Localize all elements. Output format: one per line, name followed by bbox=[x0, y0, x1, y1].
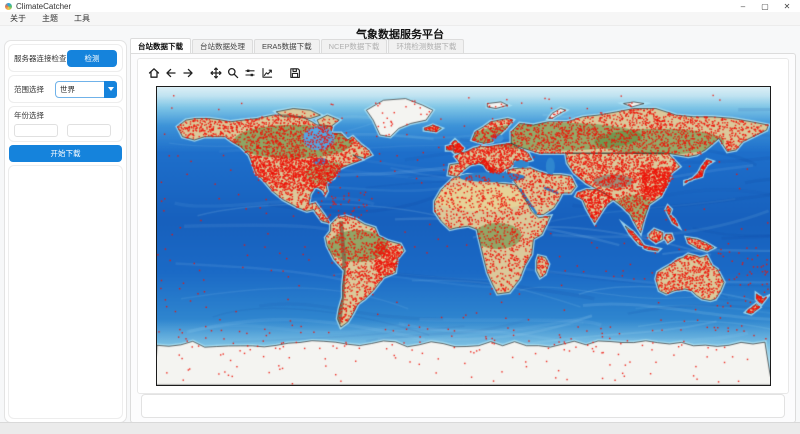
main-log-box bbox=[141, 394, 785, 418]
axes-edit-icon[interactable] bbox=[261, 67, 273, 79]
pan-icon[interactable] bbox=[210, 67, 222, 79]
server-check-group: 服务器连接检查 检测 bbox=[8, 44, 123, 72]
tab-ncep-download[interactable]: NCEP数据下载 bbox=[321, 39, 388, 53]
tab-env-monitor-download[interactable]: 环境检测数据下载 bbox=[388, 39, 464, 53]
scope-selected-value: 世界 bbox=[60, 82, 75, 97]
title-bar: ClimateCatcher – ▢ ✕ bbox=[0, 0, 800, 12]
chevron-down-icon[interactable] bbox=[104, 81, 117, 98]
maximize-icon[interactable]: ▢ bbox=[754, 0, 776, 12]
tab-station-process[interactable]: 台站数据处理 bbox=[192, 39, 253, 53]
window-controls: – ▢ ✕ bbox=[732, 0, 798, 12]
server-check-button[interactable]: 检测 bbox=[67, 50, 117, 67]
tab-content bbox=[130, 53, 796, 423]
tab-bar: 台站数据下载 台站数据处理 ERA5数据下载 NCEP数据下载 环境检测数据下载 bbox=[130, 38, 796, 53]
scope-select[interactable]: 世界 bbox=[55, 81, 117, 98]
home-icon[interactable] bbox=[148, 67, 160, 79]
save-icon[interactable] bbox=[289, 67, 301, 79]
main-panel: 台站数据下载 台站数据处理 ERA5数据下载 NCEP数据下载 环境检测数据下载 bbox=[130, 38, 796, 423]
year-label: 年份选择 bbox=[14, 110, 117, 121]
figure-panel bbox=[137, 58, 789, 394]
forward-icon[interactable] bbox=[182, 67, 194, 79]
menu-item-about[interactable]: 关于 bbox=[8, 13, 28, 24]
year-inputs bbox=[14, 124, 117, 137]
sidebar: 服务器连接检查 检测 范围选择 世界 年份选择 开始下载 bbox=[4, 40, 127, 423]
start-download-button[interactable]: 开始下载 bbox=[9, 145, 122, 162]
tab-station-download[interactable]: 台站数据下载 bbox=[130, 38, 191, 53]
world-map-canvas[interactable] bbox=[156, 86, 771, 386]
minimize-icon[interactable]: – bbox=[732, 0, 754, 12]
server-check-label: 服务器连接检查 bbox=[14, 53, 67, 64]
menu-bar: 关于 主题 工具 bbox=[0, 12, 800, 26]
app-window: ClimateCatcher – ▢ ✕ 关于 主题 工具 气象数据服务平台 服… bbox=[0, 0, 800, 434]
menu-item-theme[interactable]: 主题 bbox=[40, 13, 60, 24]
year-group: 年份选择 bbox=[8, 106, 123, 142]
close-icon[interactable]: ✕ bbox=[776, 0, 798, 12]
figure-toolbar bbox=[148, 65, 788, 80]
sidebar-log-box bbox=[8, 165, 123, 419]
scope-group: 范围选择 世界 bbox=[8, 75, 123, 103]
window-title: ClimateCatcher bbox=[16, 2, 71, 11]
scope-label: 范围选择 bbox=[14, 84, 44, 95]
app-header: 气象数据服务平台 bbox=[0, 25, 800, 39]
app-icon bbox=[5, 3, 12, 10]
start-year-input[interactable] bbox=[14, 124, 58, 137]
end-year-input[interactable] bbox=[67, 124, 111, 137]
status-bar bbox=[0, 422, 800, 434]
back-icon[interactable] bbox=[165, 67, 177, 79]
subplots-icon[interactable] bbox=[244, 67, 256, 79]
tab-era5-download[interactable]: ERA5数据下载 bbox=[254, 39, 320, 53]
menu-item-tools[interactable]: 工具 bbox=[72, 13, 92, 24]
zoom-icon[interactable] bbox=[227, 67, 239, 79]
